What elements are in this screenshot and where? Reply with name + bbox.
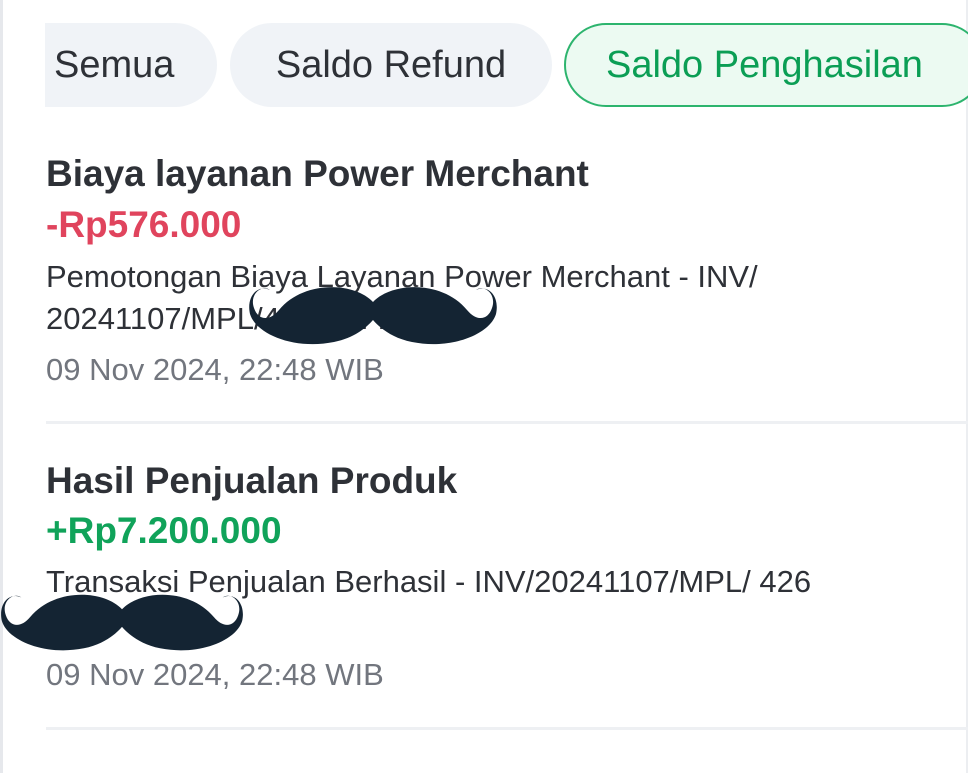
transaction-description: Transaksi Penjualan Berhasil - INV/20241… [46, 564, 812, 641]
divider [46, 727, 968, 730]
transaction-datetime: 09 Nov 2024, 22:48 WIB [46, 657, 384, 692]
transaction-item[interactable]: Hasil Penjualan Produk +Rp7.200.000 Tran… [46, 0, 968, 728]
transaction-title: Hasil Penjualan Produk [46, 460, 458, 501]
transaction-amount: +Rp7.200.000 [46, 510, 282, 551]
